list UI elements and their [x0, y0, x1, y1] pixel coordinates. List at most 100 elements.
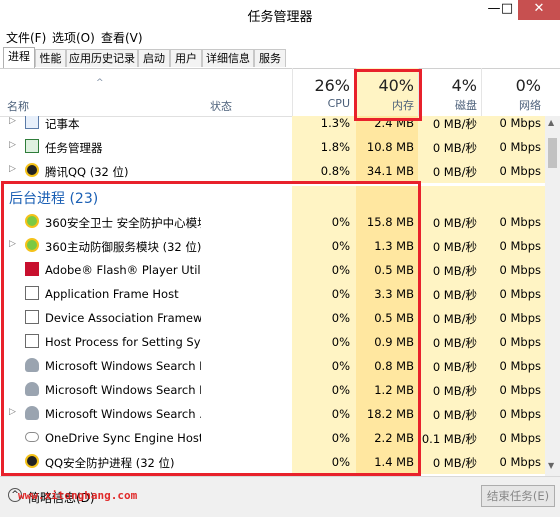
menu-options[interactable]: 选项(O) — [52, 29, 95, 46]
column-header: ^ 名称 状态 26% CPU 40% 内存 4% 磁盘 0% 网络 — [0, 68, 545, 117]
memory-value: 2.2 MB — [374, 431, 414, 445]
process-row[interactable]: ▷ Microsoft Windows Search ... 0% 18.2 MB 0 … — [0, 402, 545, 426]
cpu-value: 0% — [331, 359, 350, 373]
notepad-icon — [25, 116, 39, 129]
tab-processes[interactable]: 进程 — [3, 47, 35, 68]
scroll-up-icon[interactable]: ▲ — [548, 118, 554, 127]
cell-background — [292, 186, 356, 210]
maximize-button[interactable]: □ — [494, 0, 520, 20]
expand-chevron-icon[interactable]: ▷ — [9, 140, 16, 150]
memory-value: 34.1 MB — [366, 164, 414, 178]
expand-chevron-icon[interactable]: ▷ — [9, 407, 16, 417]
process-row[interactable]: Microsoft Windows Search Fi... 0% 0.8 MB 0 … — [0, 354, 545, 378]
cpu-value: 0% — [331, 215, 350, 229]
close-button[interactable]: ✕ — [518, 0, 560, 20]
disk-value: 0 MB/秒 — [432, 165, 477, 179]
disk-value: 0 MB/秒 — [432, 240, 477, 254]
process-row[interactable]: Application Frame Host 0% 3.3 MB 0 MB/秒 0 Mb… — [0, 282, 545, 306]
cell-background — [356, 186, 418, 210]
column-name[interactable]: 名称 — [7, 98, 29, 114]
process-row[interactable]: 360安全卫士 安全防护中心模块... 0% 15.8 MB 0 MB/秒 0 Mbps — [0, 210, 545, 234]
disk-value: 0 MB/秒 — [432, 141, 477, 155]
network-value: 0 Mbps — [499, 431, 542, 445]
process-row[interactable]: QQ安全防护进程 (32 位) 0% 1.4 MB 0 MB/秒 0 Mbps — [0, 450, 545, 474]
process-row[interactable]: Adobe® Flash® Player Utility 0% 0.5 MB 0 MB… — [0, 258, 545, 282]
disk-value: 0 MB/秒 — [432, 456, 477, 470]
disk-value: 0 MB/秒 — [432, 288, 477, 302]
footer-bar: ^ 简略信息(D) www.xitonghang.com 结束任务(E) — [0, 476, 560, 517]
column-disk[interactable]: 4% 磁盘 — [418, 76, 477, 113]
column-status[interactable]: 状态 — [210, 98, 232, 114]
process-name: Application Frame Host — [45, 287, 179, 301]
process-row[interactable]: Microsoft Windows Search P... 0% 1.2 MB 0 M… — [0, 378, 545, 402]
column-cpu[interactable]: 26% CPU — [292, 76, 350, 110]
network-value: 0 Mbps — [499, 359, 542, 373]
cpu-value: 0% — [331, 311, 350, 325]
process-name: Device Association Framewo... — [45, 311, 201, 325]
tab-users[interactable]: 用户 — [170, 49, 202, 67]
tab-app-history[interactable]: 应用历史记录 — [66, 49, 138, 67]
column-memory[interactable]: 40% 内存 — [356, 76, 414, 113]
tab-details[interactable]: 详细信息 — [202, 49, 254, 67]
cpu-value: 0% — [331, 431, 350, 445]
tab-services[interactable]: 服务 — [254, 49, 286, 67]
scrollbar-thumb[interactable] — [548, 138, 557, 168]
process-row[interactable]: ▷ 记事本 1.3% 2.4 MB 0 MB/秒 0 Mbps — [0, 116, 545, 135]
header-divider — [356, 68, 357, 116]
menu-file[interactable]: 文件(F) — [6, 29, 46, 46]
cpu-value: 0% — [331, 263, 350, 277]
disk-label: 磁盘 — [455, 99, 477, 112]
network-percent: 0% — [515, 76, 541, 95]
menu-bar: 文件(F) 选项(O) 查看(V) — [0, 28, 560, 46]
memory-value: 0.5 MB — [374, 311, 414, 325]
process-row[interactable]: Device Association Framewo... 0% 0.5 MB 0 M… — [0, 306, 545, 330]
header-divider — [418, 68, 419, 116]
disk-value: 0.1 MB/秒 — [421, 432, 477, 446]
memory-value: 3.3 MB — [374, 287, 414, 301]
end-task-button[interactable]: 结束任务(E) — [481, 485, 555, 507]
header-divider — [481, 68, 482, 116]
memory-value: 10.8 MB — [366, 140, 414, 154]
disk-value: 0 MB/秒 — [432, 264, 477, 278]
tab-performance[interactable]: 性能 — [35, 49, 66, 67]
tab-startup[interactable]: 启动 — [138, 49, 170, 67]
app-frame-icon — [25, 310, 39, 324]
process-row[interactable]: ▷ 360主动防御服务模块 (32 位) 0% 1.3 MB 0 MB/秒 0 Mbps — [0, 234, 545, 258]
cpu-label: CPU — [327, 97, 350, 110]
column-network[interactable]: 0% 网络 — [481, 76, 541, 113]
disk-value: 0 MB/秒 — [432, 117, 477, 131]
process-row[interactable]: ▷ 任务管理器 1.8% 10.8 MB 0 MB/秒 0 Mbps — [0, 135, 545, 159]
group-header[interactable]: 后台进程 (23) — [0, 186, 545, 210]
process-row[interactable]: OneDrive Sync Engine Host 0% 2.2 MB 0.1 MB/… — [0, 426, 545, 450]
cpu-value: 1.3% — [320, 116, 350, 130]
title-bar: 任务管理器 — □ ✕ — [0, 0, 560, 28]
cpu-value: 0.8% — [320, 164, 350, 178]
expand-chevron-icon[interactable]: ▷ — [9, 164, 16, 174]
menu-view[interactable]: 查看(V) — [101, 29, 143, 46]
cpu-value: 0% — [331, 383, 350, 397]
disk-value: 0 MB/秒 — [432, 408, 477, 422]
vertical-scrollbar[interactable]: ▲ ▼ — [545, 116, 560, 476]
process-name: Adobe® Flash® Player Utility — [45, 263, 201, 277]
process-name: Microsoft Windows Search P... — [45, 383, 201, 397]
expand-chevron-icon[interactable]: ▷ — [9, 239, 16, 249]
app-frame-icon — [25, 286, 39, 300]
cell-background — [418, 186, 481, 210]
network-value: 0 Mbps — [499, 116, 542, 130]
disk-value: 0 MB/秒 — [432, 216, 477, 230]
process-name: 360主动防御服务模块 (32 位) — [45, 240, 201, 254]
search-user-icon — [25, 406, 39, 420]
network-value: 0 Mbps — [499, 287, 542, 301]
window-title: 任务管理器 — [247, 10, 313, 25]
cpu-value: 0% — [331, 455, 350, 469]
disk-value: 0 MB/秒 — [432, 360, 477, 374]
network-value: 0 Mbps — [499, 263, 542, 277]
memory-percent: 40% — [378, 76, 414, 95]
process-name: Host Process for Setting Syn... — [45, 335, 201, 349]
network-value: 0 Mbps — [499, 164, 542, 178]
scroll-down-icon[interactable]: ▼ — [548, 461, 554, 470]
process-row[interactable]: ▷ 腾讯QQ (32 位) 0.8% 34.1 MB 0 MB/秒 0 Mbps — [0, 159, 545, 183]
app-frame-icon — [25, 334, 39, 348]
process-row[interactable]: Host Process for Setting Syn... 0% 0.9 MB 0… — [0, 330, 545, 354]
expand-chevron-icon[interactable]: ▷ — [9, 116, 16, 126]
